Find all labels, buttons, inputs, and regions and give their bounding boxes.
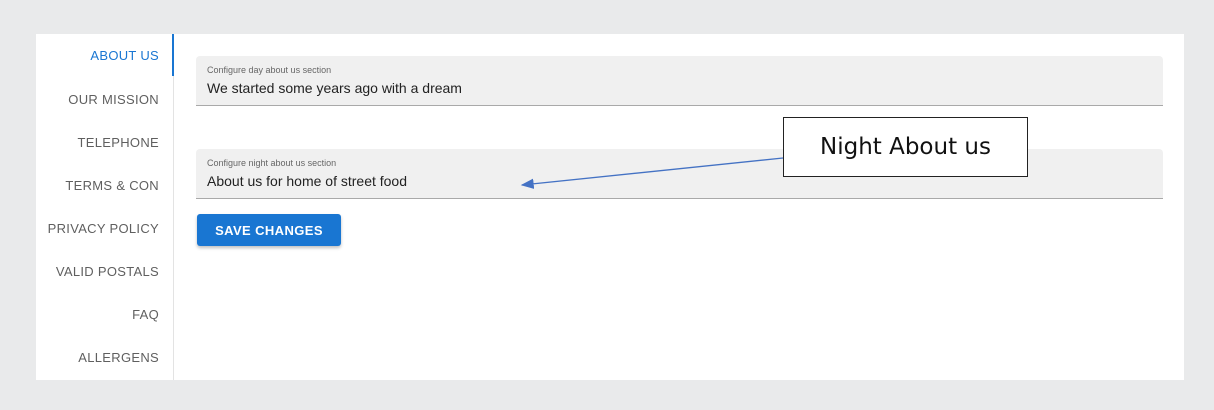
- sidebar-item-telephone[interactable]: TELEPHONE: [78, 135, 159, 150]
- active-tab-indicator: [172, 34, 174, 76]
- sidebar-item-about-us[interactable]: ABOUT US: [90, 48, 159, 63]
- sidebar-item-terms[interactable]: TERMS & CON: [65, 178, 159, 193]
- sidebar-item-allergens[interactable]: ALLERGENS: [78, 350, 159, 365]
- save-changes-button[interactable]: SAVE CHANGES: [197, 214, 341, 246]
- sidebar-item-privacy-policy[interactable]: PRIVACY POLICY: [48, 221, 159, 236]
- annotation-callout: Night About us: [783, 117, 1028, 177]
- day-about-input[interactable]: [207, 80, 1147, 96]
- night-about-label: Configure night about us section: [207, 158, 337, 168]
- sidebar-item-our-mission[interactable]: OUR MISSION: [68, 92, 159, 107]
- sidebar-item-valid-postals[interactable]: VALID POSTALS: [56, 264, 159, 279]
- day-about-field[interactable]: Configure day about us section: [196, 56, 1163, 106]
- sidebar: ABOUT US OUR MISSION TELEPHONE TERMS & C…: [36, 34, 174, 380]
- day-about-label: Configure day about us section: [207, 65, 332, 75]
- settings-card: ABOUT US OUR MISSION TELEPHONE TERMS & C…: [36, 34, 1184, 380]
- sidebar-item-faq[interactable]: FAQ: [132, 307, 159, 322]
